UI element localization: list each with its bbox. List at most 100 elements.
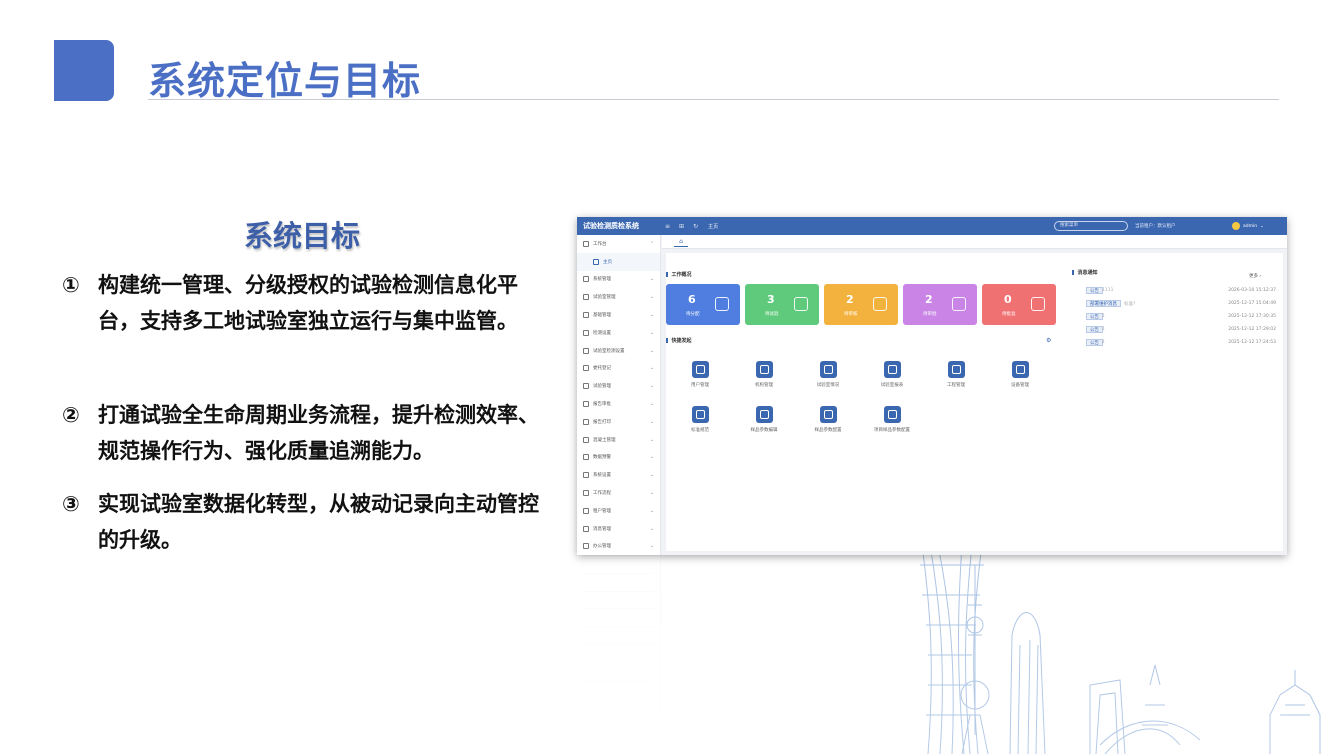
- search-input[interactable]: 搜索菜单: [1054, 221, 1128, 231]
- overview-title: 工作概况: [666, 271, 692, 278]
- stat-card-to-approve[interactable]: 2 待审批: [903, 284, 977, 325]
- notice-tag: 公告: [1086, 313, 1103, 320]
- chevron-down-icon: ⌄: [649, 294, 654, 301]
- sidebar-item-label: 试验室检测设置: [593, 348, 625, 354]
- notice-title: 消息通知: [1072, 269, 1098, 276]
- notice-text: 标准?: [1124, 302, 1136, 307]
- transfer-icon: [715, 297, 729, 311]
- building-icon: [947, 361, 965, 378]
- gear-icon[interactable]: ⚙: [1046, 337, 1051, 344]
- breadcrumb[interactable]: 主页: [708, 223, 718, 230]
- stat-label: 待试验: [765, 312, 779, 317]
- refresh-icon[interactable]: ↻: [693, 223, 698, 230]
- stat-label: 待分配: [686, 312, 700, 317]
- more-link[interactable]: 更多 ›: [1249, 273, 1261, 279]
- quick-project-management[interactable]: 工程管理: [926, 361, 986, 388]
- sidebar-item-label: 主页: [603, 259, 612, 265]
- quick-org-management[interactable]: 机构管理: [734, 361, 794, 388]
- chevron-down-icon: ⌄: [649, 365, 654, 372]
- sidebar-item[interactable]: 报告审批 ⌄: [577, 395, 660, 413]
- goal-text: 构建统一管理、分级授权的试验检测信息化平台，支持多工地试验室独立运行与集中监管。: [98, 273, 518, 333]
- stat-card-to-assign[interactable]: 6 待分配: [666, 284, 740, 325]
- gear-icon: [583, 472, 589, 479]
- tab-home[interactable]: ⌂: [674, 238, 688, 247]
- notice-row[interactable]: 部署维护消息 标准? 2025-12-17 15:04:49: [1086, 300, 1276, 309]
- goal-item-3: ③ 实现试验室数据化转型，从被动记录向主动管控的升级。: [62, 486, 552, 558]
- sidebar-item[interactable]: 委托登记 ⌄: [577, 360, 660, 378]
- quick-launch-title: 快捷发起: [666, 337, 692, 344]
- quick-user-management[interactable]: 用户管理: [670, 361, 730, 388]
- home-icon: [593, 258, 599, 265]
- sidebar-item[interactable]: 试验室检测设置 ⌄: [577, 342, 660, 360]
- sidebar-item-label: 试验室管理: [593, 295, 616, 301]
- goal-text: 打通试验全生命周期业务流程，提升检测效率、规范操作行为、强化质量追溯能力。: [98, 403, 539, 463]
- sidebar-item[interactable]: 系统管理 ⌄: [577, 271, 660, 289]
- sidebar-item[interactable]: 系统设置 ⌄: [577, 466, 660, 484]
- notice-row[interactable]: 公告 1 2025-12-12 17:24:53: [1086, 339, 1276, 348]
- chevron-down-icon: ⌄: [649, 490, 654, 497]
- tenant-selector[interactable]: 当前租户：默认租户: [1135, 223, 1176, 229]
- quick-lab-status[interactable]: 试验室情况: [798, 361, 858, 388]
- sidebar-item[interactable]: 工作流程 ⌄: [577, 484, 660, 502]
- notice-row[interactable]: 公告 1 2025-12-12 17:30:35: [1086, 313, 1276, 322]
- config-icon: [819, 406, 837, 423]
- edit-icon: [583, 347, 589, 354]
- calculator-icon: [883, 361, 901, 378]
- quick-item-label: 项目样品参数配置: [874, 428, 910, 433]
- quick-item-label: 工程管理: [947, 383, 965, 388]
- goal-number: ②: [62, 403, 80, 427]
- chevron-down-icon: ⌄: [649, 507, 654, 514]
- sidebar-item[interactable]: 办公管理 ⌄: [577, 538, 660, 555]
- quick-project-sample-config[interactable]: 项目样品参数配置: [862, 406, 922, 433]
- notice-row[interactable]: 公告 1 2025-12-12 17:29:02: [1086, 326, 1276, 335]
- stat-card-to-test[interactable]: 3 待试验: [745, 284, 819, 325]
- chevron-down-icon: ⌄: [649, 543, 654, 550]
- sidebar-item[interactable]: 消息管理 ⌄: [577, 520, 660, 538]
- chevron-down-icon: ⌄: [649, 383, 654, 390]
- sidebar-item[interactable]: 试验管理 ⌄: [577, 377, 660, 395]
- chevron-down-icon: ⌄: [649, 401, 654, 408]
- quick-sample-param-edit[interactable]: 样品参数编辑: [734, 406, 794, 433]
- sidebar-item[interactable]: 数据预警 ⌄: [577, 449, 660, 467]
- stat-value: 2: [925, 293, 933, 306]
- notice-row[interactable]: 公告 1111 2026-03-10 15:12:37: [1086, 287, 1276, 296]
- sample-icon: [755, 406, 773, 423]
- sidebar-item-label: 办公管理: [593, 544, 611, 550]
- sidebar-item[interactable]: 检测设置 ⌄: [577, 324, 660, 342]
- report-icon: [583, 401, 589, 408]
- quick-sample-param-config[interactable]: 样品参数配置: [798, 406, 858, 433]
- user-menu[interactable]: admin ⌄: [1232, 222, 1264, 230]
- sidebar-item[interactable]: 试验室管理 ⌄: [577, 288, 660, 306]
- chevron-down-icon: ⌄: [649, 276, 654, 283]
- stat-card-to-ratify[interactable]: 0 待批准: [982, 284, 1056, 325]
- chevron-up-icon: ⌃: [649, 240, 654, 247]
- stat-label: 待审核: [844, 312, 858, 317]
- app-topbar: 试验检测质检系统 ≡ ⊞ ↻ 主页 搜索菜单 当前租户：默认租户 admin ⌄: [577, 217, 1287, 235]
- sidebar-item[interactable]: 报告打印 ⌄: [577, 413, 660, 431]
- sidebar-item[interactable]: 混凝土管理 ⌄: [577, 431, 660, 449]
- sidebar-item[interactable]: 租户管理 ⌄: [577, 502, 660, 520]
- menu-icon[interactable]: ≡: [665, 223, 670, 230]
- grid-icon[interactable]: ⊞: [679, 223, 684, 230]
- monitor-icon: [583, 240, 589, 247]
- quick-device-management[interactable]: 设备管理: [990, 361, 1050, 388]
- alert-icon: [583, 454, 589, 461]
- notice-date: 2025-12-12 17:24:53: [1228, 340, 1276, 345]
- goal-number: ③: [62, 492, 80, 516]
- sidebar-item[interactable]: 基础管理 ⌄: [577, 306, 660, 324]
- notice-text: 1: [1102, 327, 1105, 332]
- quick-standards[interactable]: 标准规范: [670, 406, 730, 433]
- sidebar-item[interactable]: 工作台 ⌃: [577, 235, 660, 253]
- tab-bar: ⌂: [662, 235, 1287, 249]
- reflection-sidebar: [577, 556, 661, 754]
- home-icon: [583, 507, 589, 514]
- title-accent-block: [54, 40, 114, 101]
- sidebar-item-home[interactable]: 主页: [577, 252, 660, 271]
- stat-card-to-review[interactable]: 2 待审核: [824, 284, 898, 325]
- sidebar-item-label: 工作流程: [593, 491, 611, 497]
- app-screenshot: 试验检测质检系统 ≡ ⊞ ↻ 主页 搜索菜单 当前租户：默认租户 admin ⌄…: [577, 217, 1287, 555]
- avatar: [1232, 222, 1240, 230]
- quick-lab-report[interactable]: 试验室报表: [862, 361, 922, 388]
- stat-label: 待批准: [1002, 312, 1016, 317]
- quick-item-label: 设备管理: [1011, 383, 1029, 388]
